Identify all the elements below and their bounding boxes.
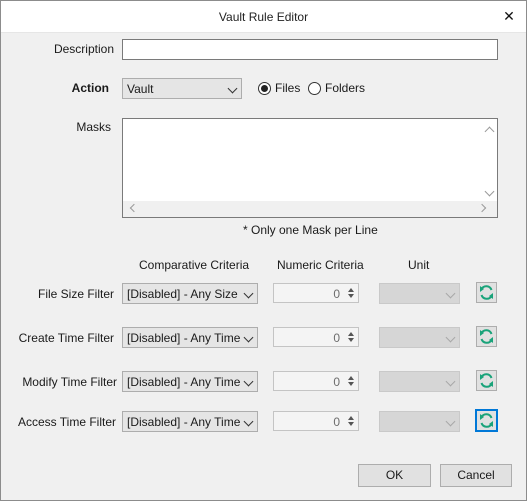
refresh-icon <box>480 413 493 428</box>
masks-hint: * Only one Mask per Line <box>243 223 378 237</box>
chevron-down-icon <box>445 416 456 427</box>
spin-down-icon <box>348 422 354 426</box>
chevron-down-icon <box>243 332 254 343</box>
modify-time-criteria-value: [Disabled] - Any Time <box>127 375 241 389</box>
modify-time-refresh-button[interactable] <box>476 370 497 391</box>
folders-radio[interactable] <box>308 82 321 95</box>
create-time-numeric-stepper: 0 <box>273 327 359 347</box>
chevron-down-icon <box>243 288 254 299</box>
access-time-filter-label: Access Time Filter <box>17 415 116 429</box>
create-time-refresh-button[interactable] <box>476 326 497 347</box>
access-time-numeric-value: 0 <box>333 415 340 429</box>
horizontal-scrollbar[interactable] <box>123 201 497 217</box>
folders-radio-label[interactable]: Folders <box>325 81 365 95</box>
create-time-criteria-dropdown[interactable]: [Disabled] - Any Time <box>122 327 258 348</box>
header-unit: Unit <box>408 258 430 272</box>
title-bar: Vault Rule Editor ✕ <box>1 1 526 33</box>
chevron-down-icon <box>227 83 238 94</box>
chevron-down-icon <box>243 376 254 387</box>
ok-button[interactable]: OK <box>358 464 431 487</box>
action-dropdown[interactable]: Vault <box>122 78 242 99</box>
modify-time-criteria-dropdown[interactable]: [Disabled] - Any Time <box>122 371 258 392</box>
create-time-criteria-value: [Disabled] - Any Time <box>127 331 241 345</box>
scroll-down-icon[interactable] <box>484 186 495 197</box>
action-label: Action <box>71 81 109 95</box>
header-numeric-criteria: Numeric Criteria <box>277 258 364 272</box>
cancel-button[interactable]: Cancel <box>440 464 512 487</box>
chevron-down-icon <box>445 376 456 387</box>
file-size-filter-label: File Size Filter <box>37 287 114 301</box>
spin-up-icon <box>348 416 354 420</box>
create-time-numeric-value: 0 <box>333 331 340 345</box>
header-comparative-criteria: Comparative Criteria <box>139 258 250 272</box>
file-size-criteria-dropdown[interactable]: [Disabled] - Any Size <box>122 283 258 304</box>
file-size-criteria-value: [Disabled] - Any Size <box>127 287 238 301</box>
file-size-numeric-value: 0 <box>333 287 340 301</box>
action-dropdown-value: Vault <box>127 82 154 96</box>
refresh-icon <box>480 373 493 388</box>
access-time-unit-dropdown <box>379 411 460 432</box>
access-time-criteria-dropdown[interactable]: [Disabled] - Any Time <box>122 411 258 432</box>
spin-down-icon <box>348 338 354 342</box>
access-time-numeric-stepper: 0 <box>273 411 359 431</box>
masks-label: Masks <box>76 120 111 134</box>
refresh-icon <box>480 285 493 300</box>
masks-textarea[interactable] <box>122 118 498 218</box>
spin-down-icon <box>348 294 354 298</box>
chevron-down-icon <box>243 416 254 427</box>
access-time-refresh-button[interactable] <box>475 409 498 432</box>
modify-time-numeric-value: 0 <box>333 375 340 389</box>
chevron-down-icon <box>445 332 456 343</box>
scroll-left-icon[interactable] <box>129 203 139 213</box>
files-radio[interactable] <box>258 82 271 95</box>
vault-rule-editor-dialog: Vault Rule Editor ✕ Description Action V… <box>0 0 527 501</box>
description-label: Description <box>53 42 114 56</box>
spin-down-icon <box>348 382 354 386</box>
spin-up-icon <box>348 332 354 336</box>
create-time-unit-dropdown <box>379 327 460 348</box>
modify-time-filter-label: Modify Time Filter <box>22 375 117 389</box>
close-icon[interactable]: ✕ <box>500 7 518 25</box>
scroll-up-icon[interactable] <box>484 126 495 137</box>
refresh-icon <box>480 329 493 344</box>
modify-time-unit-dropdown <box>379 371 460 392</box>
modify-time-numeric-stepper: 0 <box>273 371 359 391</box>
spin-up-icon <box>348 288 354 292</box>
access-time-criteria-value: [Disabled] - Any Time <box>127 415 241 429</box>
files-radio-label[interactable]: Files <box>275 81 300 95</box>
file-size-numeric-stepper: 0 <box>273 283 359 303</box>
description-input[interactable] <box>122 39 498 60</box>
spin-up-icon <box>348 376 354 380</box>
chevron-down-icon <box>445 288 456 299</box>
file-size-refresh-button[interactable] <box>476 282 497 303</box>
scroll-right-icon[interactable] <box>477 203 487 213</box>
create-time-filter-label: Create Time Filter <box>18 331 114 345</box>
window-title: Vault Rule Editor <box>218 10 309 24</box>
file-size-unit-dropdown <box>379 283 460 304</box>
